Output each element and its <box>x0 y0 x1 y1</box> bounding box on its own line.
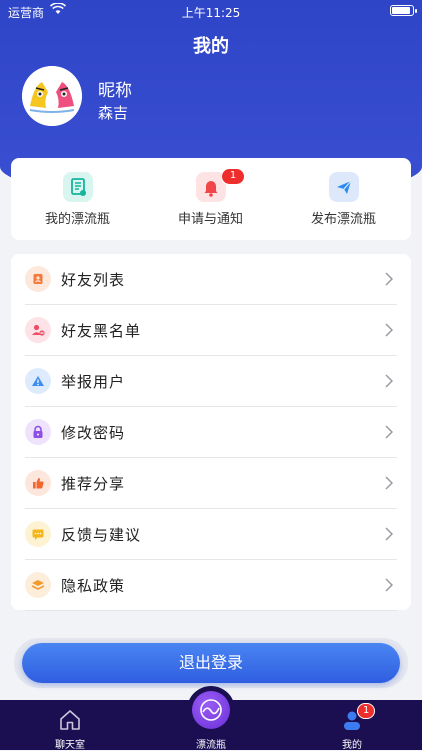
lock-icon <box>25 419 51 445</box>
menu-item-privacy-policy[interactable]: 隐私政策 <box>11 560 411 611</box>
menu-label: 隐私政策 <box>61 577 126 595</box>
my-bottles-label: 我的漂流瓶 <box>44 212 110 227</box>
tab-chatroom[interactable]: 聊天室 <box>0 700 140 751</box>
tab-mine-badge: 1 <box>357 703 376 719</box>
menu-item-recommend-share[interactable]: 推荐分享 <box>11 458 411 509</box>
chat-icon <box>25 521 51 547</box>
menu-item-feedback[interactable]: 反馈与建议 <box>11 509 411 560</box>
status-time: 上午11:25 <box>181 6 241 20</box>
document-icon <box>63 172 93 202</box>
chevron-right-icon <box>385 373 394 392</box>
avatar[interactable] <box>22 66 82 126</box>
page-title: 我的 <box>193 36 229 57</box>
menu-item-report-user[interactable]: 举报用户 <box>11 356 411 407</box>
menu-label: 举报用户 <box>61 373 126 391</box>
battery-icon <box>390 5 417 16</box>
my-bottles-button[interactable]: 我的漂流瓶 <box>11 158 144 240</box>
chevron-right-icon <box>385 475 394 494</box>
menu-label: 反馈与建议 <box>61 526 142 544</box>
status-bar: 运营商 上午11:25 <box>0 0 422 22</box>
menu-item-blacklist[interactable]: 好友黑名单 <box>11 305 411 356</box>
menu-item-change-password[interactable]: 修改密码 <box>11 407 411 458</box>
requests-notifications-button[interactable]: 1 申请与通知 <box>144 158 277 240</box>
divider <box>25 610 397 611</box>
bottle-icon <box>200 699 222 721</box>
chevron-right-icon <box>385 577 394 596</box>
menu-item-friend-list[interactable]: 好友列表 <box>11 254 411 305</box>
menu-label: 好友列表 <box>61 271 126 289</box>
chevron-right-icon <box>385 424 394 443</box>
avatar-illustration-icon <box>22 66 82 126</box>
thumbs-up-icon <box>25 470 51 496</box>
bottle-button[interactable] <box>192 691 230 729</box>
home-icon <box>58 708 82 736</box>
nickname-value: 森吉 <box>98 104 129 122</box>
send-icon <box>329 172 359 202</box>
requests-notifications-label: 申请与通知 <box>177 212 243 227</box>
publish-bottle-label: 发布漂流瓶 <box>310 212 376 227</box>
quick-actions-card: 我的漂流瓶 1 申请与通知 发布漂流瓶 <box>11 158 411 240</box>
menu-label: 好友黑名单 <box>61 322 142 340</box>
menu-label: 推荐分享 <box>61 475 126 493</box>
settings-menu: 好友列表 好友黑名单 举报用户 修改密码 推荐分享 反馈与建议 隐私政策 <box>11 254 411 611</box>
tab-label: 我的 <box>342 740 362 751</box>
tab-mine[interactable]: 我的 <box>282 700 422 751</box>
tab-label: 聊天室 <box>55 740 85 751</box>
logout-button[interactable]: 退出登录 <box>22 643 400 683</box>
notification-badge: 1 <box>221 168 245 185</box>
contact-card-icon <box>25 266 51 292</box>
layers-icon <box>25 572 51 598</box>
warning-triangle-icon <box>25 368 51 394</box>
menu-label: 修改密码 <box>61 424 126 442</box>
chevron-right-icon <box>385 271 394 290</box>
chevron-right-icon <box>385 322 394 341</box>
tab-label: 漂流瓶 <box>196 740 226 751</box>
chevron-right-icon <box>385 526 394 545</box>
publish-bottle-button[interactable]: 发布漂流瓶 <box>277 158 410 240</box>
nickname-label: 昵称 <box>98 81 132 101</box>
users-blocked-icon <box>25 317 51 343</box>
